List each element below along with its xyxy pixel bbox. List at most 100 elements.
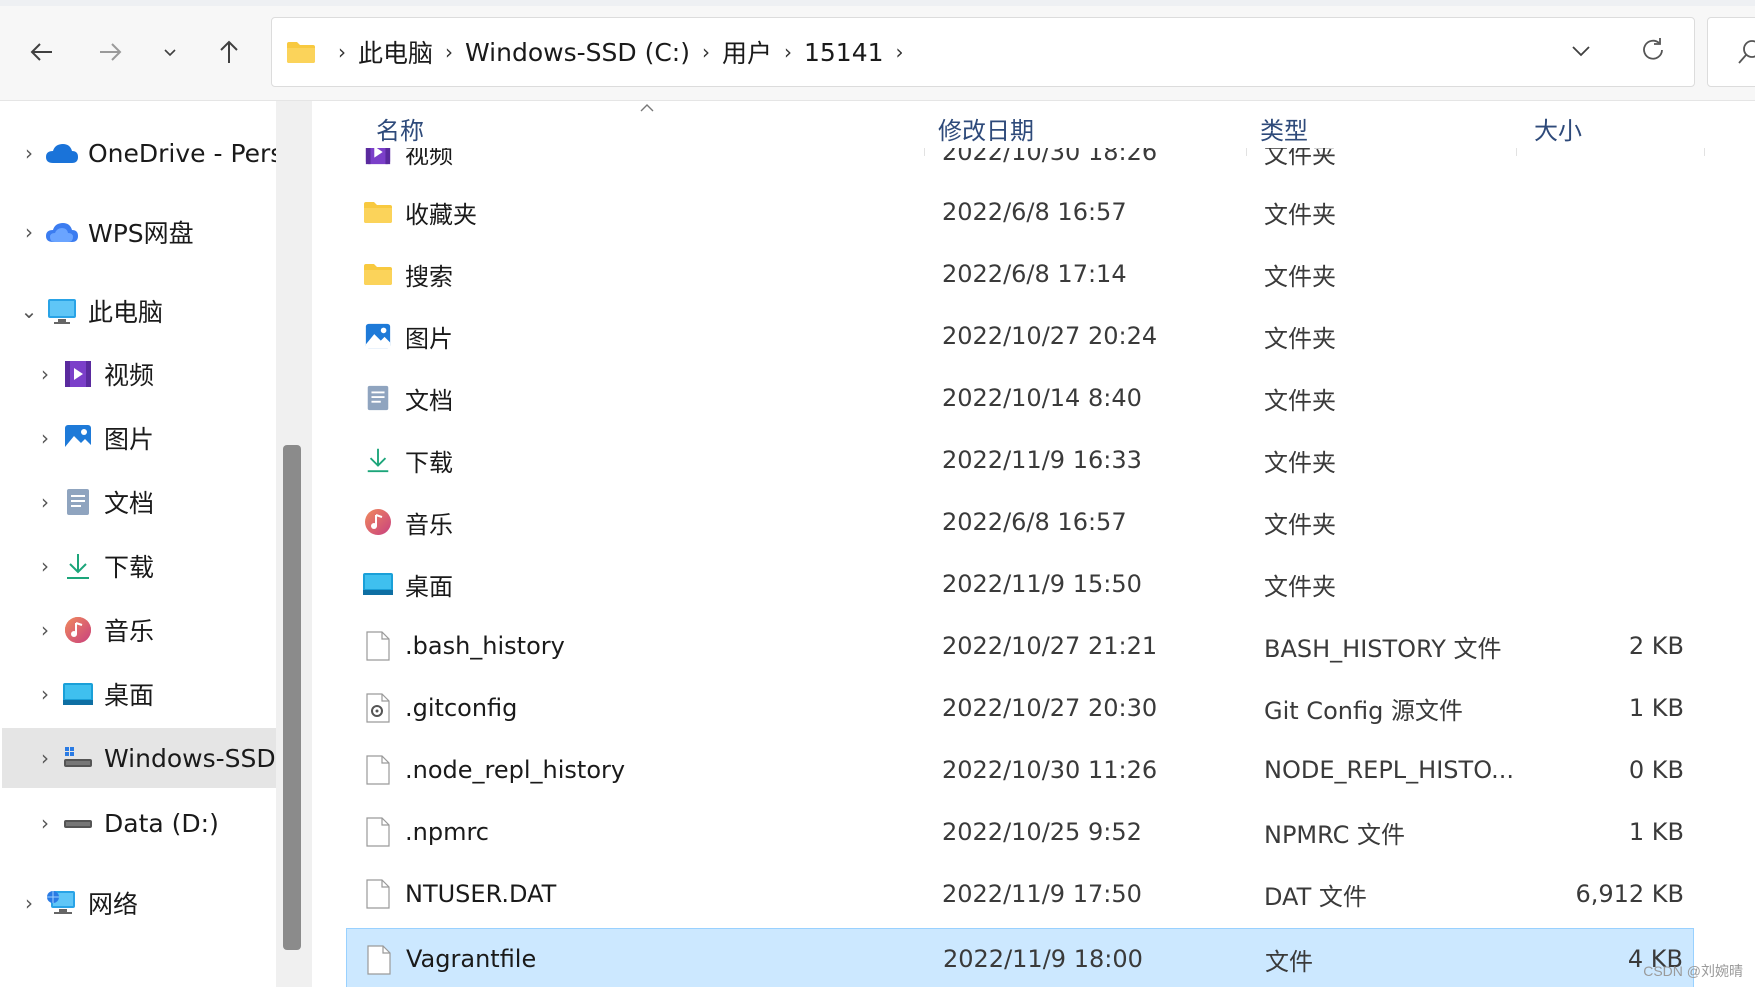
chevron-down-icon — [164, 49, 176, 57]
breadcrumb-separator[interactable]: › — [338, 40, 346, 64]
file-date: 2022/11/9 18:00 — [943, 945, 1143, 973]
file-name: 搜索 — [405, 262, 453, 291]
navigation-pane: › OneDrive - Pers › WPS网盘 ⌄ 此电脑 › 视频 › 图… — [0, 101, 283, 987]
sidebar-item-this-pc[interactable]: ⌄ 此电脑 — [14, 281, 163, 341]
file-type: Git Config 源文件 — [1264, 696, 1463, 725]
sidebar-item-label: OneDrive - Pers — [88, 138, 284, 168]
table-row[interactable]: .npmrc 2022/10/25 9:52 NPMRC 文件 1 KB — [346, 801, 1694, 863]
sidebar-item-music[interactable]: › 音乐 — [30, 600, 154, 660]
table-row[interactable]: 下载 2022/11/9 16:33 文件夹 — [346, 429, 1694, 491]
column-header-type[interactable]: 类型 — [1260, 101, 1308, 156]
wps-cloud-icon — [44, 214, 80, 250]
drive-d-icon — [60, 805, 96, 841]
table-row[interactable]: .bash_history 2022/10/27 21:21 BASH_HIST… — [346, 615, 1694, 677]
music-icon — [362, 506, 394, 538]
expand-chevron-icon[interactable]: › — [14, 891, 44, 915]
documents-icon — [362, 382, 394, 414]
table-row[interactable]: .node_repl_history 2022/10/30 11:26 NODE… — [346, 739, 1694, 801]
file-size: 2 KB — [1628, 632, 1684, 660]
file-date: 2022/11/9 17:50 — [942, 880, 1142, 908]
expand-chevron-icon[interactable]: › — [30, 618, 60, 642]
downloads-icon — [362, 444, 394, 476]
sidebar-item-drive-c[interactable]: › Windows-SSD — [2, 728, 276, 788]
file-date: 2022/10/30 11:26 — [942, 756, 1158, 784]
sidebar-item-drive-d[interactable]: › Data (D:) — [30, 793, 219, 853]
expand-chevron-icon[interactable]: › — [30, 362, 60, 386]
expand-chevron-icon[interactable]: › — [30, 426, 60, 450]
breadcrumb-drive-c[interactable]: Windows-SSD (C:) — [465, 38, 690, 67]
sidebar-scrollbar-thumb[interactable] — [283, 445, 301, 950]
expand-chevron-icon[interactable]: › — [30, 746, 60, 770]
table-row[interactable]: .gitconfig 2022/10/27 20:30 Git Config 源… — [346, 677, 1694, 739]
search-box[interactable] — [1707, 17, 1755, 87]
up-button[interactable] — [207, 30, 251, 74]
table-row[interactable]: 音乐 2022/6/8 16:57 文件夹 — [346, 491, 1694, 553]
sidebar-item-desktop[interactable]: › 桌面 — [30, 664, 154, 724]
breadcrumb-separator[interactable]: › — [784, 40, 792, 64]
back-button[interactable] — [20, 30, 64, 74]
file-date: 2022/6/8 17:14 — [942, 260, 1127, 288]
sidebar-item-label: 下载 — [104, 553, 155, 582]
breadcrumb-user-folder[interactable]: 15141 — [804, 38, 884, 67]
table-row[interactable]: 收藏夹 2022/6/8 16:57 文件夹 — [346, 181, 1694, 243]
sidebar-item-downloads[interactable]: › 下载 — [30, 536, 154, 596]
music-icon — [60, 612, 96, 648]
downloads-icon — [60, 548, 96, 584]
table-row[interactable]: 文档 2022/10/14 8:40 文件夹 — [346, 367, 1694, 429]
file-icon — [363, 944, 395, 976]
expand-chevron-icon[interactable]: › — [30, 554, 60, 578]
folder-icon — [287, 42, 315, 63]
sidebar-item-pictures[interactable]: › 图片 — [30, 408, 154, 468]
watermark: CSDN @刘婉晴 — [1643, 963, 1743, 979]
folder-icon — [362, 196, 394, 228]
table-row[interactable]: 桌面 2022/11/9 15:50 文件夹 — [346, 553, 1694, 615]
column-header-size[interactable]: 大小 — [1534, 101, 1582, 156]
file-date: 2022/10/25 9:52 — [942, 818, 1142, 846]
expand-chevron-icon[interactable]: › — [14, 141, 44, 165]
chevron-down-icon — [1572, 46, 1590, 57]
expand-chevron-icon[interactable]: › — [14, 220, 44, 244]
file-type: 文件夹 — [1264, 262, 1336, 291]
file-name: Vagrantfile — [406, 945, 537, 973]
table-row[interactable]: 图片 2022/10/27 20:24 文件夹 — [346, 305, 1694, 367]
file-date: 2022/10/27 20:30 — [942, 694, 1158, 722]
breadcrumb-separator[interactable]: › — [896, 40, 904, 64]
file-type: NPMRC 文件 — [1264, 820, 1405, 849]
column-header-date[interactable]: 修改日期 — [938, 101, 1034, 156]
breadcrumb-separator[interactable]: › — [702, 40, 710, 64]
file-type: 文件夹 — [1264, 386, 1336, 415]
sidebar-item-videos[interactable]: › 视频 — [30, 344, 154, 404]
breadcrumb-users[interactable]: 用户 — [722, 34, 772, 70]
sidebar-item-label: 网络 — [88, 890, 139, 919]
breadcrumb-this-pc[interactable]: 此电脑 — [358, 34, 433, 70]
file-size: 1 KB — [1628, 694, 1684, 722]
breadcrumb-separator[interactable]: › — [445, 40, 453, 64]
recent-locations-button[interactable] — [148, 30, 192, 74]
column-header-name[interactable]: 名称 — [376, 101, 424, 156]
navigation-bar: › 此电脑 › Windows-SSD (C:) › 用户 › 15141 › — [0, 0, 1755, 101]
file-size: 6,912 KB — [1575, 880, 1684, 908]
file-type: DAT 文件 — [1264, 882, 1367, 911]
file-date: 2022/11/9 16:33 — [942, 446, 1142, 474]
refresh-button[interactable] — [1638, 35, 1668, 69]
sidebar-item-documents[interactable]: › 文档 — [30, 472, 154, 532]
forward-button[interactable] — [88, 30, 132, 74]
address-bar[interactable]: › 此电脑 › Windows-SSD (C:) › 用户 › 15141 › — [271, 17, 1695, 87]
collapse-chevron-icon[interactable]: ⌄ — [14, 299, 44, 323]
expand-chevron-icon[interactable]: › — [30, 490, 60, 514]
sidebar-item-wps[interactable]: › WPS网盘 — [14, 202, 194, 262]
sidebar-item-onedrive[interactable]: › OneDrive - Pers — [14, 123, 283, 183]
address-history-dropdown[interactable] — [1568, 38, 1594, 68]
documents-icon — [60, 484, 96, 520]
table-row[interactable]: NTUSER.DAT 2022/11/9 17:50 DAT 文件 6,912 … — [346, 863, 1694, 925]
sidebar-item-network[interactable]: › 网络 — [14, 873, 138, 933]
search-icon — [1738, 40, 1755, 64]
expand-chevron-icon[interactable]: › — [30, 811, 60, 835]
file-date: 2022/6/8 16:57 — [942, 508, 1127, 536]
sidebar-item-label: 桌面 — [104, 681, 155, 710]
table-row[interactable]: 搜索 2022/6/8 17:14 文件夹 — [346, 243, 1694, 305]
arrow-left-icon — [30, 43, 52, 61]
table-row-selected[interactable]: Vagrantfile 2022/11/9 18:00 文件 4 KB — [346, 928, 1694, 987]
refresh-icon — [1643, 38, 1663, 60]
expand-chevron-icon[interactable]: › — [30, 682, 60, 706]
